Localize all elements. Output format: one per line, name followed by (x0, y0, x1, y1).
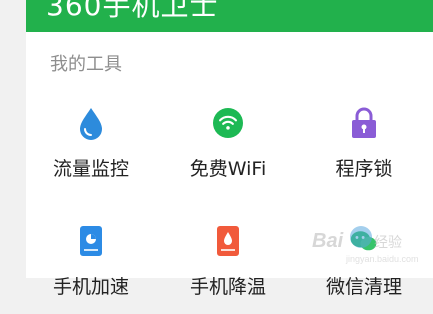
baidu-jingyan-watermark: Bai 经验 jingyan.baidu.com (312, 226, 422, 266)
baidu-paw-icon (350, 226, 372, 248)
app-header: 360手机卫士 (26, 0, 433, 32)
tool-phone-cooldown[interactable]: 手机降温 (163, 224, 293, 314)
lock-icon (349, 106, 379, 140)
tool-label: 流量监控 (52, 158, 129, 180)
watermark-url: jingyan.baidu.com (346, 254, 419, 264)
tool-label: 微信清理 (325, 276, 402, 298)
phone-speed-icon (76, 224, 106, 258)
tool-label: 手机加速 (52, 276, 129, 298)
tool-phone-speedup[interactable]: 手机加速 (26, 224, 156, 314)
tool-label: 免费WiFi (189, 158, 267, 180)
tool-label: 手机降温 (189, 276, 266, 298)
tool-app-lock[interactable]: 程序锁 (299, 106, 429, 196)
app-title: 360手机卫士 (46, 0, 219, 22)
phone-cool-icon (213, 224, 243, 258)
wifi-icon (213, 106, 243, 140)
tool-free-wifi[interactable]: 免费WiFi (163, 106, 293, 196)
tool-traffic-monitor[interactable]: 流量监控 (26, 106, 156, 196)
tool-label: 程序锁 (335, 158, 393, 180)
watermark-brand: Bai (312, 230, 344, 252)
watermark-suffix: 经验 (374, 235, 402, 251)
water-drop-icon (76, 106, 106, 140)
section-title: 我的工具 (50, 54, 122, 75)
